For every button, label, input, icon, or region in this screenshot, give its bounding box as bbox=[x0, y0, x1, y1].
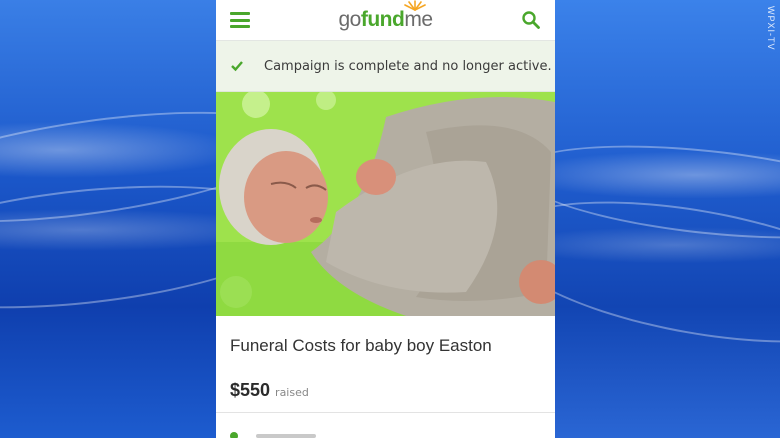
app-header: gofundme bbox=[216, 0, 555, 41]
campaign-title[interactable]: Funeral Costs for baby boy Easton bbox=[230, 336, 555, 356]
background-right-panel bbox=[487, 0, 780, 438]
search-icon[interactable] bbox=[521, 10, 541, 30]
check-icon bbox=[231, 61, 243, 72]
hamburger-menu-icon[interactable] bbox=[230, 12, 250, 28]
progress-dot bbox=[230, 432, 238, 438]
status-message: Campaign is complete and no longer activ… bbox=[264, 58, 552, 74]
logo-text-go: go bbox=[338, 8, 361, 31]
logo-text-me: me bbox=[404, 8, 433, 31]
tv-station-watermark: WPXI-TV bbox=[766, 6, 776, 51]
gofundme-logo[interactable]: gofundme bbox=[338, 0, 433, 32]
amount-raised-value: $550 bbox=[230, 380, 271, 400]
logo-sunburst-icon bbox=[404, 0, 427, 11]
background-left-panel bbox=[0, 0, 309, 438]
cropped-text-placeholder bbox=[256, 434, 316, 438]
amount-raised-label: raised bbox=[275, 386, 309, 399]
phone-screen: gofundme Campaign is complete and no lon… bbox=[216, 0, 555, 438]
amount-raised-row: $550 raised bbox=[230, 380, 555, 401]
campaign-photo[interactable] bbox=[216, 92, 555, 316]
campaign-status-notice: Campaign is complete and no longer activ… bbox=[216, 41, 555, 92]
logo-text-fund: fund bbox=[360, 8, 405, 31]
section-divider bbox=[216, 412, 555, 413]
